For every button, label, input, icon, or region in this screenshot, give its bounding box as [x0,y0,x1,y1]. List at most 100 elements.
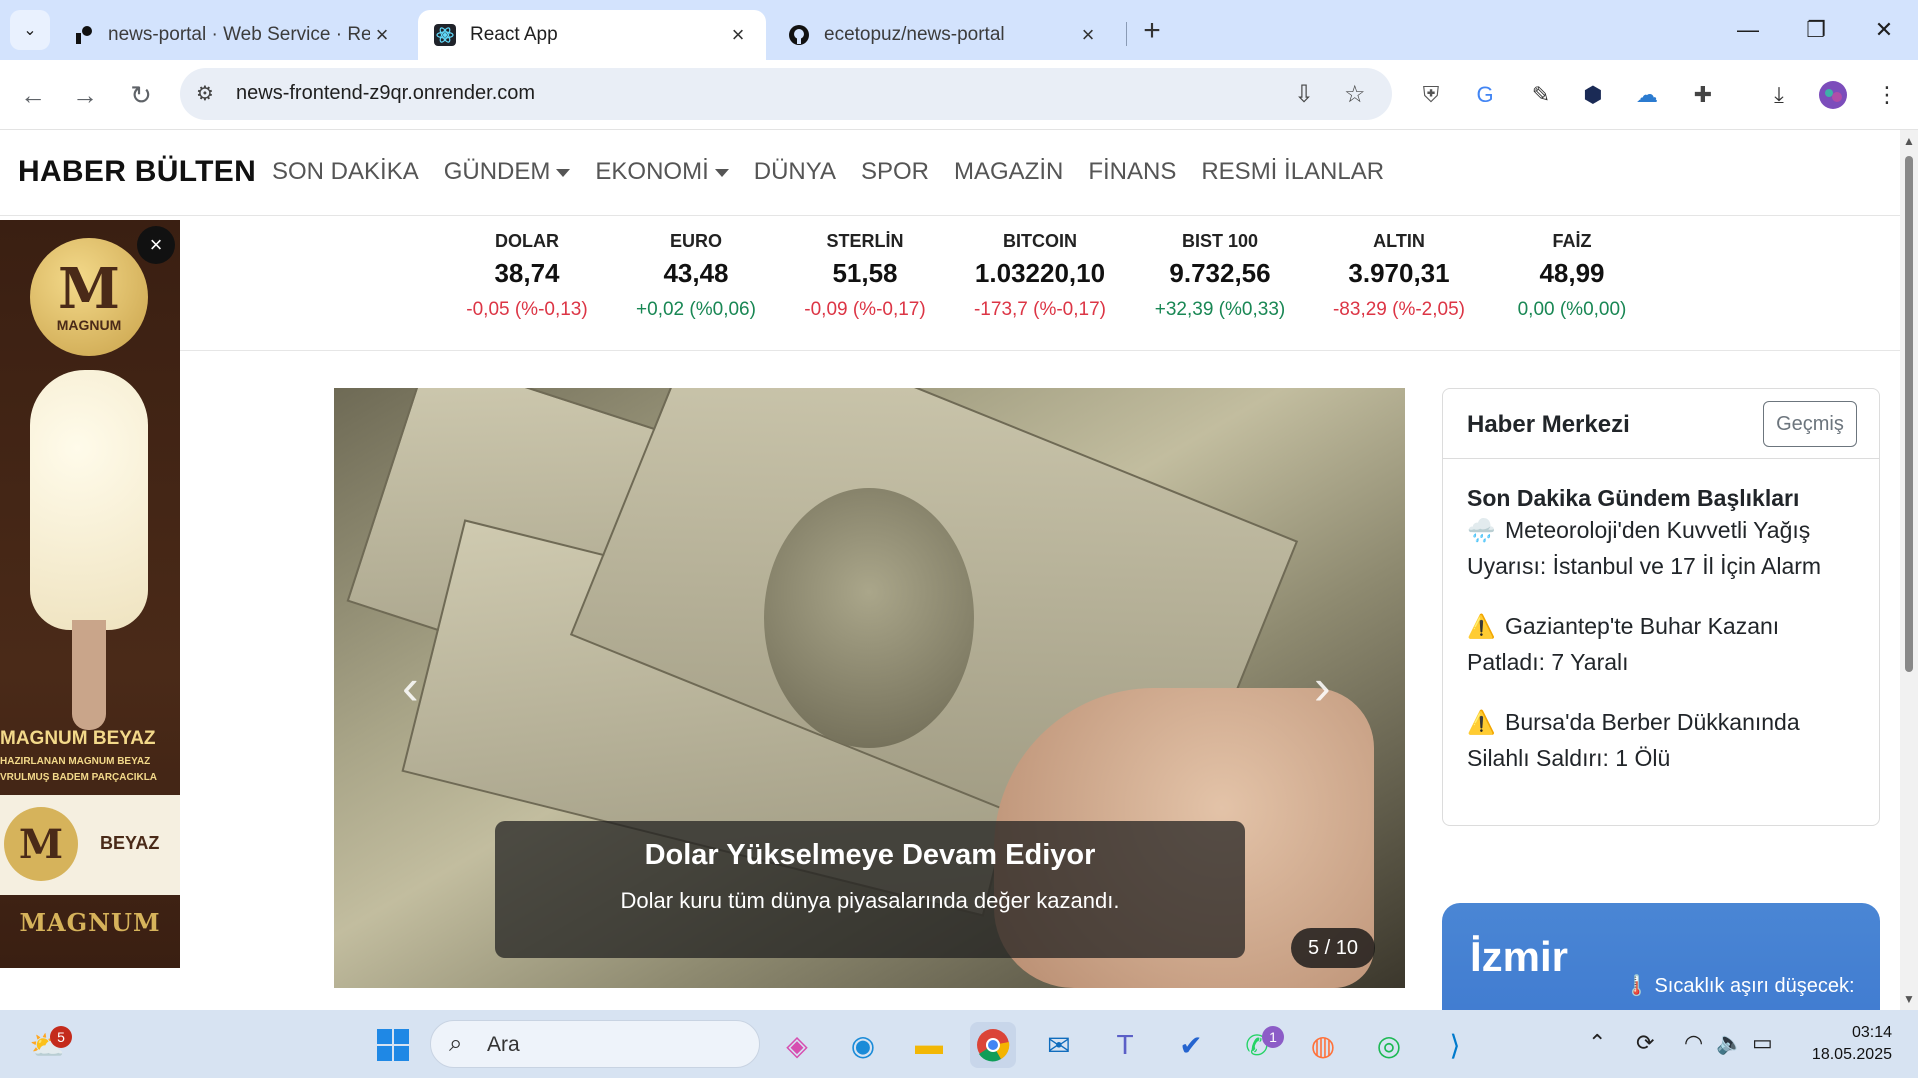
whatsapp-icon[interactable]: ✆ 1 [1234,1022,1284,1068]
close-icon[interactable]: × [1076,22,1100,48]
wifi-icon[interactable]: ◠ [1684,1030,1703,1056]
nav-dunya[interactable]: DÜNYA [754,158,836,186]
news-item[interactable]: ⚠️ Bursa'da Berber Dükkanında Silahlı Sal… [1467,704,1855,776]
news-item-text: Gaziantep'te Buhar Kazanı Patladı: 7 Yar… [1467,613,1780,675]
tab-github[interactable]: ecetopuz/news-portal × [772,10,1116,60]
reload-button[interactable]: ↻ [122,76,160,114]
close-icon[interactable]: × [726,22,750,48]
tray-chevron-up-icon[interactable]: ⌃ [1588,1030,1606,1056]
caption-subtitle: Dolar kuru tüm dünya piyasalarında değer… [620,888,1120,913]
ticker-value: 3.970,31 [1348,258,1450,288]
outlook-icon[interactable]: ✉ [1036,1022,1082,1068]
weather-badge: 5 [50,1026,72,1048]
todo-icon[interactable]: ✔ [1168,1022,1214,1068]
ad-headline: MAGNUM BEYAZ [0,728,156,749]
carousel-next-button[interactable]: › [1314,658,1331,716]
close-icon[interactable]: × [370,22,394,48]
nav-resmi-ilanlar[interactable]: RESMİ İLANLAR [1201,158,1384,186]
bookmark-star-icon[interactable]: ☆ [1344,80,1366,109]
taskbar-search[interactable]: ⌕ Ara [430,1020,760,1068]
gecmis-button[interactable]: Geçmiş [1763,401,1857,447]
eyedropper-icon[interactable]: ✎ [1524,78,1558,112]
magnum-logo: M MAGNUM [30,238,148,356]
tab-label: ecetopuz/news-portal [824,24,1005,45]
firefox-icon[interactable]: ◍ [1300,1022,1346,1068]
nav-finans[interactable]: FİNANS [1088,158,1176,186]
tab-strip: ⌄ news-portal · Web Service · Re × React… [0,0,1918,60]
file-explorer-icon[interactable]: ▬ [906,1022,952,1068]
ticker-item: ALTIN 3.970,31 -83,29 (%-2,05) [1299,231,1499,321]
tab-search-button[interactable]: ⌄ [10,10,50,50]
start-windows-icon[interactable] [370,1022,416,1068]
magnum-ad-banner[interactable]: M MAGNUM × MAGNUM BEYAZ HAZIRLANAN MAGNU… [0,220,180,968]
install-app-icon[interactable]: ⇩ [1294,80,1314,109]
ad-brand: MAGNUM [19,908,161,937]
tab-render[interactable]: news-portal · Web Service · Re × [56,10,410,60]
ticker-item: BIST 100 9.732,56 +32,39 (%0,33) [1120,231,1320,321]
back-button[interactable]: ← [14,76,52,114]
chevron-down-icon: ⌄ [23,22,37,39]
nav-magazin[interactable]: MAGAZİN [954,158,1063,186]
site-info-icon[interactable]: ⚙ [196,81,214,106]
sync-icon[interactable]: ⟳ [1636,1030,1654,1056]
ice-cream-image [30,370,148,630]
news-carousel[interactable]: ‹ › Dolar Yükselmeye Devam Ediyor Dolar … [334,388,1405,988]
caption-title[interactable]: Dolar Yükselmeye Devam Ediyor [495,839,1245,872]
site-brand[interactable]: HABER BÜLTEN [18,155,256,189]
tab-label: React App [470,24,558,45]
section-heading: Son Dakika Gündem Başlıkları [1467,485,1800,511]
carousel-caption: Dolar Yükselmeye Devam Ediyor Dolar kuru… [495,821,1245,958]
minimize-button[interactable]: — [1714,8,1782,52]
nav-spor[interactable]: SPOR [861,158,929,186]
nav-gundem-label: GÜNDEM [443,158,551,185]
volume-icon[interactable]: 🔈 [1716,1030,1743,1056]
forward-button[interactable]: → [66,76,104,114]
copilot-icon[interactable]: ◈ [774,1022,820,1068]
ad-subtext: HAZIRLANAN MAGNUM BEYAZ VRULMUŞ BADEM PA… [0,754,180,786]
new-tab-button[interactable]: + [1136,14,1168,48]
extensions-puzzle-icon[interactable]: ✚ [1686,78,1720,112]
edge-icon[interactable]: ◉ [840,1022,886,1068]
ad-close-button[interactable]: × [137,226,175,264]
avatar[interactable] [1816,78,1850,112]
vscode-icon[interactable]: ⟩ [1432,1022,1478,1068]
haber-merkezi-card: Haber Merkezi Geçmiş Son Dakika Gündem B… [1442,388,1880,826]
nav-links: SON DAKİKA GÜNDEM EKONOMİ DÜNYA SPOR MAG… [272,158,1409,186]
system-clock[interactable]: 03:14 18.05.2025 [1812,1022,1892,1066]
nav-ekonomi-dropdown[interactable]: EKONOMİ [595,158,729,186]
restore-button[interactable]: ❐ [1782,8,1850,52]
spotify-icon[interactable]: ◎ [1366,1022,1412,1068]
page-scrollbar[interactable]: ▲ ▼ [1900,130,1918,1010]
carousel-prev-button[interactable]: ‹ [402,658,419,716]
ticker-item: BITCOIN 1.03220,10 -173,7 (%-0,17) [940,231,1140,321]
battery-icon[interactable]: ▭ [1752,1030,1773,1056]
translate-icon[interactable]: G [1468,78,1502,112]
teams-icon[interactable]: T [1102,1022,1148,1068]
ublock-icon[interactable]: ⛨ [1414,78,1448,112]
scroll-down-arrow-icon[interactable]: ▼ [1903,992,1915,1006]
weather-widget-icon[interactable]: ⛅ 5 [24,1022,72,1068]
chrome-icon[interactable] [970,1022,1016,1068]
extension-hex-icon[interactable]: ⬢ [1576,78,1610,112]
ticker-item: FAİZ 48,99 0,00 (%0,00) [1472,231,1672,321]
window-close-button[interactable]: ✕ [1850,8,1918,52]
news-item[interactable]: 🌧️ Meteoroloji'den Kuvvetli Yağış Uyarısı… [1467,512,1855,584]
ticker-change: +32,39 (%0,33) [1154,299,1286,320]
tab-react-app[interactable]: React App × [418,10,766,60]
ad-pack-image: M BEYAZ [0,795,180,895]
pack-label: BEYAZ [100,833,160,853]
ticker-change: -173,7 (%-0,17) [973,299,1106,320]
menu-kebab-icon[interactable]: ⋮ [1870,78,1904,112]
scroll-up-arrow-icon[interactable]: ▲ [1903,134,1915,148]
nav-gundem-dropdown[interactable]: GÜNDEM [444,158,571,186]
news-item[interactable]: ⚠️ Gaziantep'te Buhar Kazanı Patladı: 7 Y… [1467,608,1855,680]
scrollbar-thumb[interactable] [1905,156,1913,672]
weather-message: 🌡️ Sıcaklık aşırı düşecek: [1624,975,1855,997]
address-bar[interactable]: ⚙ news-frontend-z9qr.onrender.com ⇩ ☆ [180,68,1392,120]
news-item-text: Meteoroloji'den Kuvvetli Yağış Uyarısı: … [1467,517,1822,579]
downloads-icon[interactable]: ⤓ [1762,78,1796,112]
ticker-value: 1.03220,10 [974,258,1106,288]
extension-cloud-icon[interactable]: ☁ [1630,78,1664,112]
nav-son-dakika[interactable]: SON DAKİKA [272,158,419,186]
portrait-shape [764,488,974,748]
